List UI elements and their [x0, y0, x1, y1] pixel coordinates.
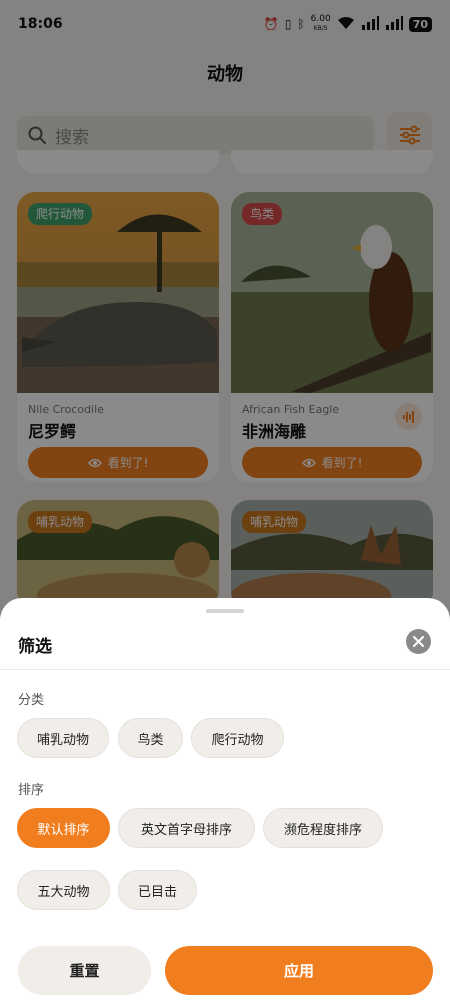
- filter-sheet: 筛选 分类 哺乳动物 鸟类 爬行动物 排序 默认排序 英文首字母排序 濒危程度排…: [0, 598, 450, 1005]
- sort-chip-endangered[interactable]: 濒危程度排序: [263, 808, 383, 848]
- sort-chip-alphabetical[interactable]: 英文首字母排序: [118, 808, 255, 848]
- reset-button[interactable]: 重置: [18, 946, 151, 995]
- category-chip-reptile[interactable]: 爬行动物: [191, 718, 284, 758]
- sort-label: 排序: [18, 783, 45, 798]
- divider: [0, 669, 450, 670]
- sheet-drag-handle[interactable]: [206, 609, 244, 613]
- app-screen: 18:06 ⏰ ▯ ᛒ 6.00 KB/S 70 动物 搜索 爬行动物 Nile…: [0, 0, 450, 1005]
- close-icon: [413, 636, 424, 647]
- category-label: 分类: [18, 693, 45, 708]
- sheet-title: 筛选: [18, 637, 52, 657]
- sort-chip-sighted[interactable]: 已目击: [118, 870, 197, 910]
- sort-chip-big-five[interactable]: 五大动物: [17, 870, 110, 910]
- category-chip-mammal[interactable]: 哺乳动物: [17, 718, 109, 758]
- category-chip-bird[interactable]: 鸟类: [118, 718, 183, 758]
- apply-button[interactable]: 应用: [165, 946, 433, 995]
- close-button[interactable]: [406, 629, 431, 654]
- sort-chip-default[interactable]: 默认排序: [17, 808, 110, 848]
